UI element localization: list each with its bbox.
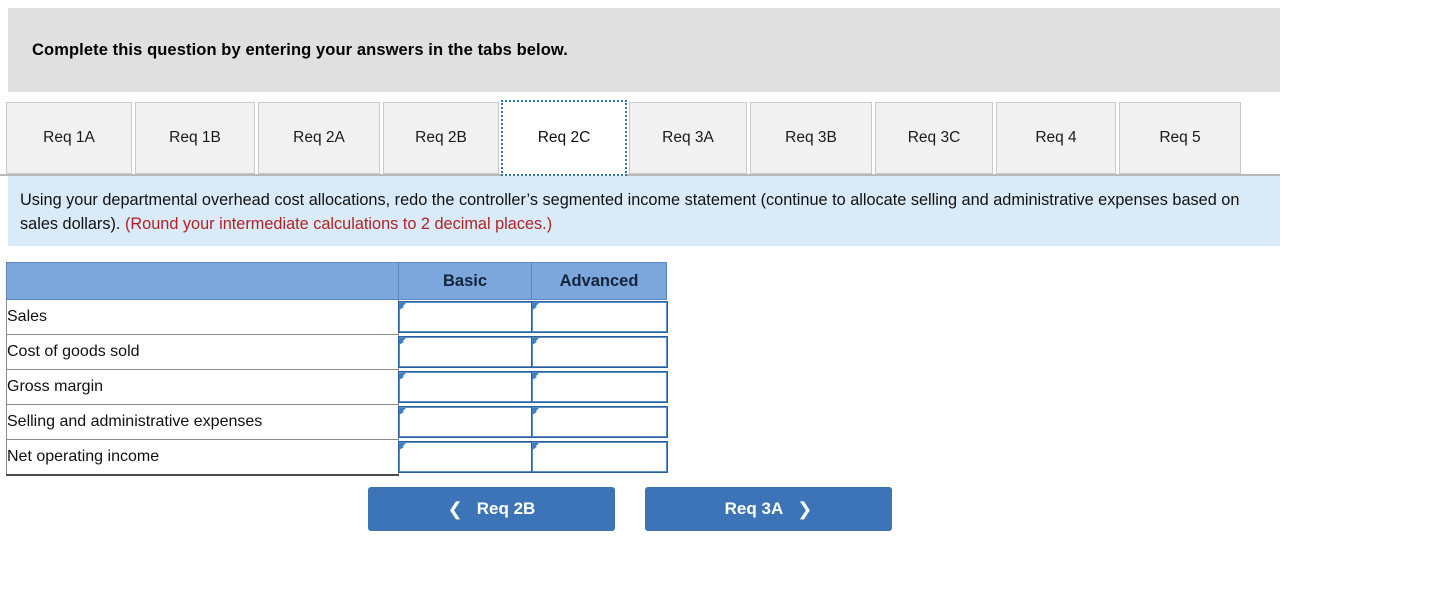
basic-input-cell-container <box>398 439 533 475</box>
cell-corner-triangle-icon <box>399 408 406 420</box>
basic-input-cell-field[interactable] <box>408 303 527 332</box>
tab-req-2b[interactable]: Req 2B <box>383 102 499 174</box>
tab-req-3c[interactable]: Req 3C <box>875 102 993 174</box>
basic-input-cell-container <box>398 404 533 440</box>
cell-corner-triangle-icon <box>531 338 539 350</box>
tab-req-3b[interactable]: Req 3B <box>750 102 872 174</box>
instruction-banner: Complete this question by entering your … <box>8 8 1280 92</box>
cell-corner-triangle-icon <box>399 303 406 315</box>
advanced-input-cell-container <box>530 299 668 335</box>
basic-input-cell-field[interactable] <box>408 373 527 401</box>
basic-input-cell[interactable] <box>398 406 533 438</box>
table-row: Cost of goods sold <box>6 334 668 370</box>
instruction-rounding-note: (Round your intermediate calculations to… <box>124 215 553 233</box>
table-header-row: Basic Advanced <box>6 262 667 300</box>
tab-req-3a[interactable]: Req 3A <box>629 102 747 174</box>
advanced-input-cell-container <box>530 404 668 440</box>
next-requirement-button[interactable]: Req 3A ❯ <box>645 487 892 531</box>
basic-input-cell-container <box>398 334 533 370</box>
advanced-input-cell[interactable] <box>530 301 668 334</box>
cell-corner-triangle-icon <box>531 303 539 315</box>
advanced-input-cell[interactable] <box>530 441 668 474</box>
advanced-input-cell-container <box>530 334 668 370</box>
tab-req-2a[interactable]: Req 2A <box>258 102 380 174</box>
row-label: Selling and administrative expenses <box>6 404 399 440</box>
cell-corner-triangle-icon <box>399 338 406 350</box>
advanced-input-cell-container <box>530 439 668 475</box>
row-label: Sales <box>6 299 399 335</box>
prev-requirement-button[interactable]: ❮ Req 2B <box>368 487 615 531</box>
segmented-income-statement-table: Basic Advanced Sales Cost of goods sold Gr… <box>6 262 668 476</box>
basic-input-cell[interactable] <box>398 301 533 334</box>
advanced-input-cell[interactable] <box>530 406 668 438</box>
advanced-input-cell-field[interactable] <box>540 373 662 401</box>
basic-input-cell[interactable] <box>398 336 533 368</box>
advanced-input-cell-container <box>530 369 668 405</box>
requirement-instruction-panel: Using your departmental overhead cost al… <box>8 176 1280 246</box>
table-body: Sales Cost of goods sold Gross margin Selli… <box>6 299 668 476</box>
advanced-input-cell[interactable] <box>530 371 668 403</box>
basic-input-cell[interactable] <box>398 441 533 474</box>
advanced-input-cell-field[interactable] <box>540 443 662 472</box>
cell-corner-triangle-icon <box>399 443 406 455</box>
banner-text: Complete this question by entering your … <box>32 41 568 59</box>
tab-req-1b[interactable]: Req 1B <box>135 102 255 174</box>
advanced-input-cell-field[interactable] <box>540 338 662 366</box>
chevron-right-icon: ❯ <box>797 499 813 519</box>
table-row: Sales <box>6 299 668 335</box>
advanced-input-cell[interactable] <box>530 336 668 368</box>
column-header-advanced: Advanced <box>531 262 667 300</box>
basic-input-cell-field[interactable] <box>408 338 527 366</box>
column-header-basic: Basic <box>398 262 532 300</box>
basic-input-cell-field[interactable] <box>408 443 527 472</box>
cell-corner-triangle-icon <box>531 373 539 385</box>
prev-button-label: Req 2B <box>476 499 536 518</box>
cell-corner-triangle-icon <box>399 373 406 385</box>
chevron-left-icon: ❮ <box>447 499 463 519</box>
basic-input-cell-field[interactable] <box>408 408 527 436</box>
requirement-instruction-text: Using your departmental overhead cost al… <box>20 188 1266 236</box>
cell-corner-triangle-icon <box>531 443 539 455</box>
table-row: Selling and administrative expenses <box>6 404 668 440</box>
row-label: Cost of goods sold <box>6 334 399 370</box>
basic-input-cell[interactable] <box>398 371 533 403</box>
next-button-label: Req 3A <box>724 499 784 518</box>
tab-req-2c[interactable]: Req 2C <box>501 100 627 176</box>
tab-req-1a[interactable]: Req 1A <box>6 102 132 174</box>
table-row: Net operating income <box>6 439 668 476</box>
advanced-input-cell-field[interactable] <box>540 303 662 332</box>
column-header-blank <box>6 262 399 300</box>
cell-corner-triangle-icon <box>531 408 539 420</box>
table-row: Gross margin <box>6 369 668 405</box>
basic-input-cell-container <box>398 299 533 335</box>
question-page: Complete this question by entering your … <box>0 0 1454 602</box>
tab-req-4[interactable]: Req 4 <box>996 102 1116 174</box>
basic-input-cell-container <box>398 369 533 405</box>
row-label: Net operating income <box>6 439 399 476</box>
row-label: Gross margin <box>6 369 399 405</box>
requirement-tabs: Req 1A Req 1B Req 2A Req 2B Req 2C Req 3… <box>0 100 1280 176</box>
advanced-input-cell-field[interactable] <box>540 408 662 436</box>
tab-req-5[interactable]: Req 5 <box>1119 102 1241 174</box>
